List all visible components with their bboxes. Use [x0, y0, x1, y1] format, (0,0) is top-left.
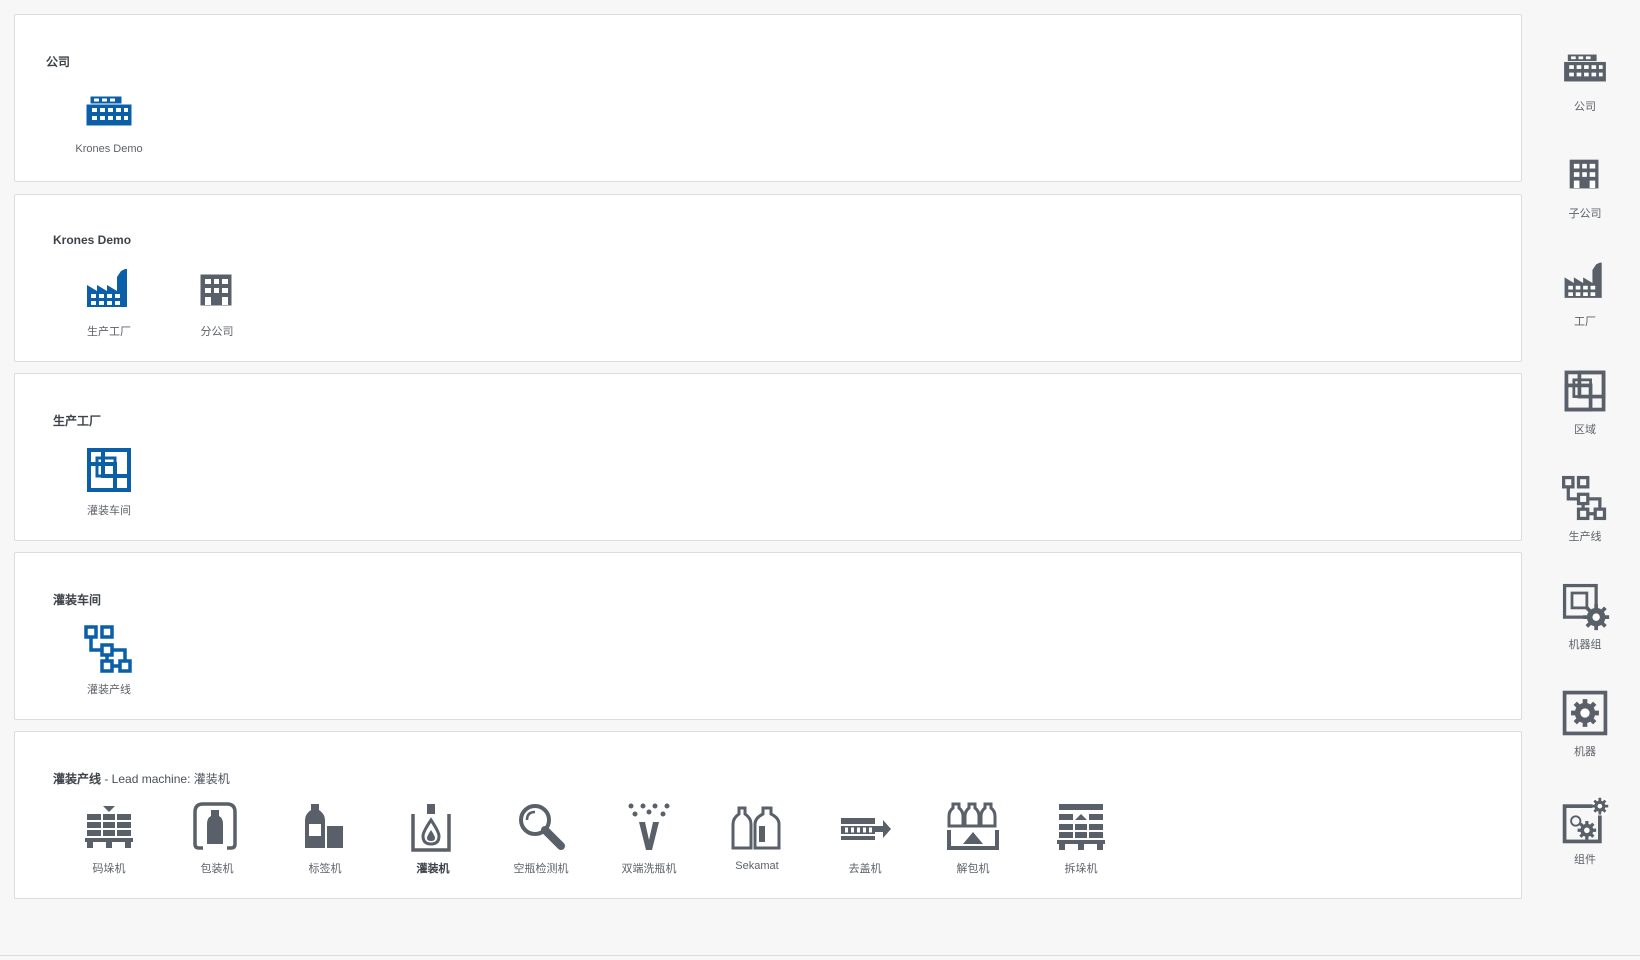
item-label: 灌装产线 — [87, 684, 131, 696]
item-label: 空瓶检测机 — [513, 863, 569, 875]
item-label: 包装机 — [200, 863, 234, 875]
machine-icon — [1559, 687, 1611, 739]
panel-krones-demo: Krones Demo 生产工厂 分公司 — [14, 194, 1522, 362]
sidebar-item-label: 工厂 — [1574, 316, 1596, 328]
sidebar-item-area[interactable]: 区域 — [1530, 365, 1640, 437]
hierarchy-item[interactable]: 灌装车间 — [55, 442, 163, 518]
hierarchy-item[interactable]: Sekamat — [703, 800, 811, 876]
company-icon — [86, 96, 132, 126]
hierarchy-item[interactable]: 码垛机 — [55, 800, 163, 876]
item-label: 解包机 — [956, 863, 990, 875]
depalletizer-icon — [1056, 803, 1106, 851]
panel-items: Krones Demo — [55, 83, 163, 155]
hierarchy-item[interactable]: 包装机 — [163, 800, 271, 876]
sidebar-item-subsidiary[interactable]: 子公司 — [1530, 149, 1640, 221]
washer-icon — [628, 803, 670, 851]
sidebar-item-label: 组件 — [1574, 854, 1596, 866]
hierarchy-item[interactable]: 拆垛机 — [1027, 800, 1135, 876]
item-label: Krones Demo — [75, 143, 143, 155]
panel-items: 码垛机 包装机 标签机 灌装机 空瓶检测机 双端洗瓶机 Sekamat 去盖机 解包机 拆垛机 — [55, 800, 1135, 876]
sidebar-item-label: 机器组 — [1568, 639, 1602, 651]
item-label: 生产工厂 — [87, 326, 131, 338]
item-label: 灌装机 — [416, 863, 450, 875]
panel-title: 灌装产线 - Lead machine: 灌装机 — [53, 772, 230, 786]
hierarchy-item[interactable]: 生产工厂 — [55, 263, 163, 339]
panel-items: 灌装产线 — [55, 621, 163, 697]
palletizer-icon — [84, 805, 134, 849]
unpacker-icon — [947, 802, 999, 850]
item-label: 灌装车间 — [87, 505, 131, 517]
panel-title: Krones Demo — [53, 233, 132, 247]
hierarchy-item[interactable]: 标签机 — [271, 800, 379, 876]
area-icon — [1564, 370, 1606, 412]
component-icon — [1562, 795, 1611, 844]
sidebar-item-label: 生产线 — [1568, 531, 1602, 543]
item-label: 去盖机 — [848, 863, 882, 875]
factory-icon — [86, 268, 128, 308]
sidebar-item-component[interactable]: 组件 — [1530, 795, 1640, 867]
subsidiary-icon — [1569, 159, 1599, 189]
production-line-icon — [84, 625, 132, 673]
filler-icon — [411, 802, 451, 852]
sidebar-item-label: 机器 — [1574, 746, 1596, 758]
hierarchy-item[interactable]: 灌装产线 — [55, 621, 163, 697]
sidebar-item-label: 公司 — [1574, 101, 1596, 113]
sidebar-item-factory[interactable]: 工厂 — [1530, 257, 1640, 329]
hierarchy-item[interactable]: 灌装机 — [379, 800, 487, 876]
panel-title: 公司 — [46, 55, 71, 69]
subsidiary-icon — [200, 274, 232, 306]
panel-production-plant: 生产工厂 灌装车间 — [14, 373, 1522, 541]
item-label: 双端洗瓶机 — [621, 863, 677, 875]
hierarchy-item[interactable]: Krones Demo — [55, 83, 163, 155]
panel-items: 生产工厂 分公司 — [55, 263, 271, 339]
hierarchy-item[interactable]: 分公司 — [163, 263, 271, 339]
hierarchy-item[interactable]: 解包机 — [919, 800, 1027, 876]
divider — [0, 955, 1640, 956]
packer-icon — [193, 802, 237, 850]
item-label: 分公司 — [200, 326, 234, 338]
sidebar-item-machine-group[interactable]: 机器组 — [1530, 580, 1640, 652]
panel-title: 灌装车间 — [53, 593, 102, 607]
item-label: 标签机 — [308, 863, 342, 875]
machine-group-icon — [1562, 583, 1611, 632]
sidebar-item-production-line[interactable]: 生产线 — [1530, 472, 1640, 544]
sidebar-item-machine[interactable]: 机器 — [1530, 687, 1640, 759]
panel-title: 生产工厂 — [53, 414, 102, 428]
hierarchy-item[interactable]: 空瓶检测机 — [487, 800, 595, 876]
decapper-icon — [840, 817, 892, 841]
sidebar-item-company[interactable]: 公司 — [1530, 42, 1640, 114]
factory-icon — [1564, 262, 1603, 299]
sekamat-icon — [731, 806, 781, 850]
item-label: 拆垛机 — [1064, 863, 1098, 875]
inspector-icon — [513, 800, 569, 856]
item-label: 码垛机 — [92, 863, 126, 875]
panel-filling-hall: 灌装车间 灌装产线 — [14, 552, 1522, 720]
sidebar-item-label: 区域 — [1574, 424, 1596, 436]
panel-company: 公司 Krones Demo — [14, 14, 1522, 182]
panel-filling-line: 灌装产线 - Lead machine: 灌装机 码垛机 包装机 标签机 灌装机 空瓶检… — [14, 731, 1522, 899]
production-line-icon — [1562, 475, 1607, 521]
hierarchy-item[interactable]: 去盖机 — [811, 800, 919, 876]
area-icon — [87, 448, 131, 492]
item-label: Sekamat — [735, 860, 779, 872]
company-icon — [1564, 54, 1606, 82]
sidebar: 公司子公司工厂区域生产线机器组机器组件 — [1530, 0, 1640, 960]
panel-items: 灌装车间 — [55, 442, 163, 518]
hierarchy-item[interactable]: 双端洗瓶机 — [595, 800, 703, 876]
labeler-icon — [304, 803, 344, 849]
sidebar-item-label: 子公司 — [1568, 208, 1602, 220]
